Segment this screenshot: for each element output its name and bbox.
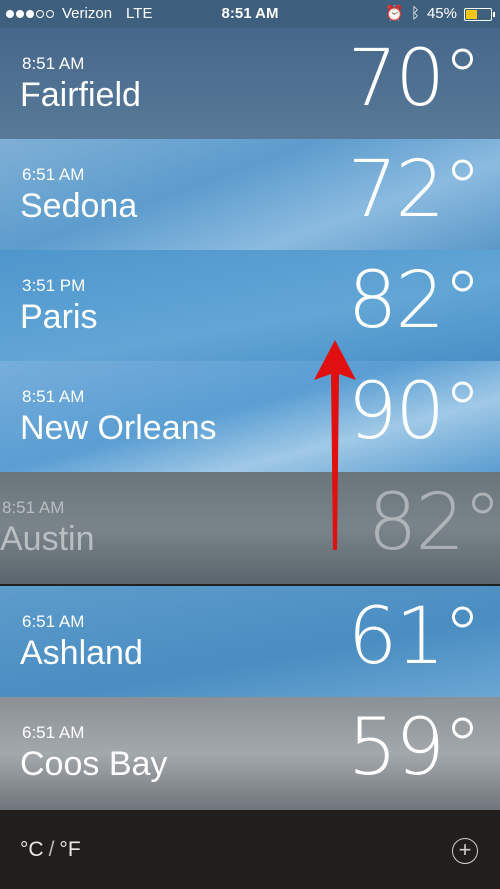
city-time: 8:51 AM: [22, 387, 85, 406]
add-city-button[interactable]: +: [452, 838, 478, 864]
unit-separator: /: [48, 838, 55, 861]
city-row-austin-dragging[interactable]: 8:51 AM Austin 82°: [0, 472, 500, 586]
city-temperature: 70°: [347, 34, 482, 124]
city-time: 8:51 AM: [22, 54, 85, 73]
city-row-coos-bay[interactable]: 6:51 AM Coos Bay 59°: [0, 697, 500, 810]
celsius-option[interactable]: °C: [20, 838, 44, 861]
city-row-fairfield[interactable]: 8:51 AM Fairfield 70°: [0, 28, 500, 139]
city-time: 6:51 AM: [22, 723, 85, 742]
city-time: 3:51 PM: [22, 276, 86, 295]
status-bar: Verizon LTE 8:51 AM ⏰ ᛒ 45%: [0, 0, 500, 28]
city-name: Sedona: [20, 187, 138, 225]
red-up-arrow-annotation: [314, 340, 356, 550]
city-temperature: 90°: [347, 367, 482, 457]
city-name: Fairfield: [20, 76, 141, 114]
city-temperature: 59°: [347, 703, 482, 793]
city-row-paris[interactable]: 3:51 PM Paris 82°: [0, 250, 500, 361]
bottom-toolbar: °C / °F +: [0, 810, 500, 889]
city-temperature: 82°: [347, 256, 482, 346]
battery-percent: 45%: [426, 5, 457, 22]
city-temperature: 82°: [367, 478, 500, 568]
alarm-icon: ⏰: [385, 5, 404, 22]
city-temperature: 61°: [347, 592, 482, 682]
plus-circle-icon: +: [458, 837, 472, 862]
city-name: Coos Bay: [20, 745, 168, 783]
bluetooth-icon: ᛒ: [410, 5, 420, 22]
city-name: New Orleans: [20, 409, 217, 447]
battery-icon: [464, 7, 495, 21]
city-time: 6:51 AM: [22, 165, 85, 184]
fahrenheit-option[interactable]: °F: [59, 838, 80, 861]
unit-toggle[interactable]: °C / °F: [20, 838, 81, 862]
city-row-ashland[interactable]: 6:51 AM Ashland 61°: [0, 586, 500, 697]
city-name: Austin: [0, 520, 95, 558]
city-row-sedona[interactable]: 6:51 AM Sedona 72°: [0, 139, 500, 250]
city-row-new-orleans[interactable]: 8:51 AM New Orleans 90°: [0, 361, 500, 472]
city-time: 6:51 AM: [22, 612, 85, 631]
city-name: Ashland: [20, 634, 143, 672]
city-name: Paris: [20, 298, 98, 336]
city-temperature: 72°: [347, 145, 482, 235]
status-right: ⏰ ᛒ 45%: [385, 0, 495, 28]
city-time: 8:51 AM: [2, 498, 65, 517]
